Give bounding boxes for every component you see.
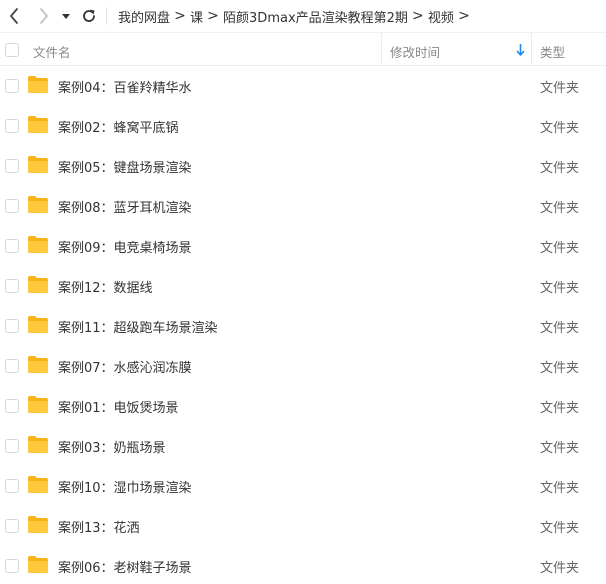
file-type: 文件夹	[540, 401, 580, 416]
refresh-icon	[83, 9, 95, 22]
row-checkbox[interactable]	[5, 159, 19, 173]
folder-icon	[28, 556, 48, 573]
select-all-checkbox[interactable]	[5, 43, 19, 57]
file-type: 文件夹	[540, 241, 580, 256]
row-checkbox[interactable]	[5, 119, 19, 133]
file-name[interactable]: 案例10：湿巾场景渲染	[58, 477, 192, 496]
row-checkbox[interactable]	[5, 439, 19, 453]
nav-divider	[106, 7, 107, 25]
file-type: 文件夹	[540, 441, 580, 456]
breadcrumb-separator: >	[174, 8, 186, 24]
row-checkbox[interactable]	[5, 279, 19, 293]
row-checkbox[interactable]	[5, 79, 19, 93]
row-checkbox[interactable]	[5, 519, 19, 533]
file-type: 文件夹	[540, 281, 580, 296]
file-name[interactable]: 案例09：电竞桌椅场景	[58, 237, 192, 256]
row-checkbox[interactable]	[5, 559, 19, 573]
folder-icon	[28, 436, 48, 453]
breadcrumb-separator: >	[207, 8, 219, 24]
folder-icon	[28, 516, 48, 533]
file-name[interactable]: 案例03：奶瓶场景	[58, 437, 166, 456]
file-row[interactable]: 案例11：超级跑车场景渲染 文件夹	[0, 306, 606, 346]
column-divider[interactable]	[381, 33, 382, 66]
breadcrumb: 我的网盘 > 课 > 陌颜3Dmax产品渲染教程第2期 > 视频 >	[118, 0, 474, 32]
file-type: 文件夹	[540, 121, 580, 136]
breadcrumb-item-video[interactable]: 视频	[428, 7, 454, 26]
file-name[interactable]: 案例02：蜂窝平底锅	[58, 117, 179, 136]
file-type: 文件夹	[540, 201, 580, 216]
file-type: 文件夹	[540, 481, 580, 496]
breadcrumb-separator: >	[412, 8, 424, 24]
file-name[interactable]: 案例01：电饭煲场景	[58, 397, 179, 416]
forward-button[interactable]	[33, 4, 55, 28]
breadcrumb-expand-icon[interactable]: >	[454, 8, 474, 24]
file-type: 文件夹	[540, 161, 580, 176]
file-type: 文件夹	[540, 321, 580, 336]
sort-down-arrow-icon[interactable]	[516, 43, 525, 57]
file-name[interactable]: 案例12：数据线	[58, 277, 153, 296]
file-row[interactable]: 案例10：湿巾场景渲染 文件夹	[0, 466, 606, 506]
file-type: 文件夹	[540, 81, 580, 96]
row-checkbox[interactable]	[5, 479, 19, 493]
navigation-bar: 我的网盘 > 课 > 陌颜3Dmax产品渲染教程第2期 > 视频 >	[0, 0, 606, 32]
file-row[interactable]: 案例02：蜂窝平底锅 文件夹	[0, 106, 606, 146]
row-checkbox[interactable]	[5, 399, 19, 413]
folder-icon	[28, 356, 48, 373]
column-header-name[interactable]: 文件名	[33, 42, 71, 61]
folder-icon	[28, 156, 48, 173]
folder-icon	[28, 276, 48, 293]
file-row[interactable]: 案例05：键盘场景渲染 文件夹	[0, 146, 606, 186]
folder-icon	[28, 76, 48, 93]
column-header-modified-time[interactable]: 修改时间	[390, 42, 440, 61]
file-row[interactable]: 案例04：百雀羚精华水 文件夹	[0, 66, 606, 106]
folder-icon	[28, 476, 48, 493]
folder-icon	[28, 236, 48, 253]
file-row[interactable]: 案例13：花洒 文件夹	[0, 506, 606, 546]
column-divider[interactable]	[531, 33, 532, 66]
row-checkbox[interactable]	[5, 199, 19, 213]
folder-icon	[28, 316, 48, 333]
file-name[interactable]: 案例05：键盘场景渲染	[58, 157, 192, 176]
refresh-button[interactable]	[78, 4, 100, 28]
file-row[interactable]: 案例06：老树鞋子场景 文件夹	[0, 546, 606, 584]
folder-icon	[28, 196, 48, 213]
file-type: 文件夹	[540, 521, 580, 536]
file-name[interactable]: 案例04：百雀羚精华水	[58, 77, 192, 96]
caret-down-icon	[62, 14, 70, 19]
file-row[interactable]: 案例12：数据线 文件夹	[0, 266, 606, 306]
folder-icon	[28, 396, 48, 413]
file-type: 文件夹	[540, 561, 580, 576]
chevron-right-icon	[40, 8, 48, 24]
file-name[interactable]: 案例11：超级跑车场景渲染	[58, 317, 218, 336]
chevron-left-icon	[10, 8, 18, 24]
history-dropdown-button[interactable]	[56, 4, 76, 28]
breadcrumb-item-tutorial[interactable]: 陌颜3Dmax产品渲染教程第2期	[223, 7, 408, 26]
folder-icon	[28, 116, 48, 133]
row-checkbox[interactable]	[5, 359, 19, 373]
file-row[interactable]: 案例03：奶瓶场景 文件夹	[0, 426, 606, 466]
back-button[interactable]	[3, 4, 25, 28]
file-name[interactable]: 案例06：老树鞋子场景	[58, 557, 192, 576]
row-checkbox[interactable]	[5, 319, 19, 333]
column-header-type[interactable]: 类型	[540, 42, 565, 61]
file-type: 文件夹	[540, 361, 580, 376]
file-row[interactable]: 案例08：蓝牙耳机渲染 文件夹	[0, 186, 606, 226]
breadcrumb-item-my-drive[interactable]: 我的网盘	[118, 7, 170, 26]
file-name[interactable]: 案例07：水感沁润冻膜	[58, 357, 192, 376]
file-name[interactable]: 案例13：花洒	[58, 517, 140, 536]
breadcrumb-item-course[interactable]: 课	[190, 7, 203, 26]
row-checkbox[interactable]	[5, 239, 19, 253]
file-row[interactable]: 案例07：水感沁润冻膜 文件夹	[0, 346, 606, 386]
file-row[interactable]: 案例09：电竞桌椅场景 文件夹	[0, 226, 606, 266]
file-list-header: 文件名 修改时间 类型	[0, 32, 606, 66]
file-row[interactable]: 案例01：电饭煲场景 文件夹	[0, 386, 606, 426]
file-name[interactable]: 案例08：蓝牙耳机渲染	[58, 197, 192, 216]
